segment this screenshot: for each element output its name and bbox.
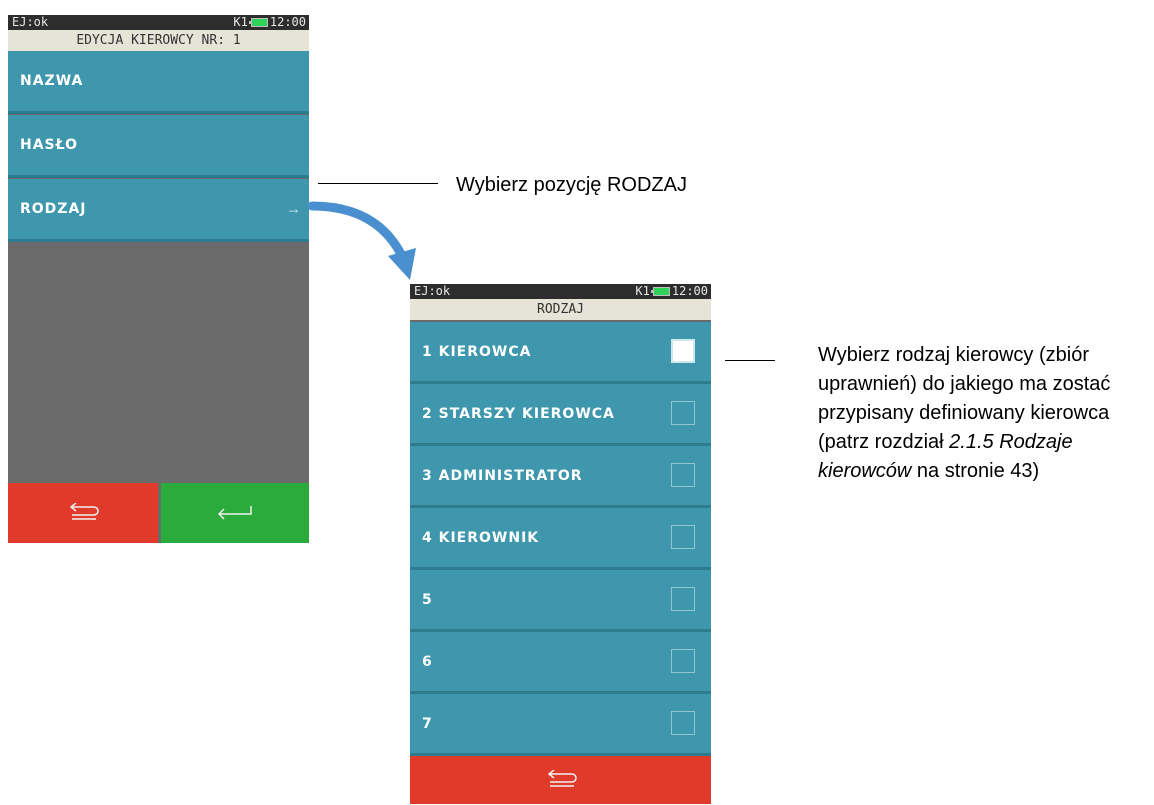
option-label: 3 ADMINISTRATOR [422,467,583,484]
battery-icon [650,287,670,296]
checkbox-checked[interactable] [671,338,695,363]
callout-select-type: Wybierz rodzaj kierowcy (zbiór uprawnień… [818,341,1154,486]
option-label: 1 KIEROWCA [422,343,532,360]
menu-item-label: RODZAJ [20,201,87,217]
option-label: 6 [422,653,433,670]
status-right: K1 12:00 [233,15,306,30]
status-right: K1 12:00 [635,284,708,299]
callout-line-text: (patrz rozdział 2.1.5 Rodzaje [818,428,1154,457]
status-bar: EJ:ok K1 12:00 [8,15,309,30]
screen-title: EDYCJA KIEROWCY NR: 1 [8,30,309,51]
checkbox[interactable] [671,400,695,425]
menu-item-label: HASŁO [20,137,79,153]
option-5[interactable]: 5 [410,570,711,632]
battery-icon [248,18,268,27]
cash-register-id: K1 [233,15,248,29]
callout-select-rodzaj: Wybierz pozycję RODZAJ [456,174,687,196]
callout-text-part: (patrz rozdział [818,431,950,453]
curved-arrow-icon [308,201,416,280]
option-label: 5 [422,591,433,608]
clock: 12:00 [269,15,306,29]
menu-item-label: NAZWA [20,73,84,89]
return-icon [69,503,99,520]
option-7[interactable]: 7 [410,694,711,756]
option-label: 2 STARSZY KIEROWCA [422,405,615,422]
menu-item-rodzaj[interactable]: RODZAJ → [8,179,309,242]
checkbox[interactable] [671,648,695,673]
callout-line-text: Wybierz rodzaj kierowcy (zbiór [818,344,1089,366]
callout-line-text: uprawnień) do jakiego ma zostać [818,373,1111,395]
menu-item-nazwa[interactable]: NAZWA [8,51,309,114]
driver-edit-screen: EJ:ok K1 12:00 EDYCJA KIEROWCY NR: 1 NAZ… [8,15,309,543]
callout-line-1 [318,183,438,184]
checkbox[interactable] [671,524,695,549]
checkbox[interactable] [671,462,695,487]
status-bar: EJ:ok K1 12:00 [410,284,711,299]
option-kierownik[interactable]: 4 KIEROWNIK [410,508,711,570]
clock: 12:00 [671,284,708,298]
cash-register-id: K1 [635,284,650,298]
callout-reference-italic: kierowców [818,460,912,482]
enter-button[interactable] [161,483,309,543]
enter-icon [217,506,252,520]
option-administrator[interactable]: 3 ADMINISTRATOR [410,446,711,508]
option-6[interactable]: 6 [410,632,711,694]
option-kierowca[interactable]: 1 KIEROWCA [410,322,711,384]
ej-status: EJ:ok [414,284,451,298]
checkbox[interactable] [671,586,695,611]
arrow-right-icon: → [286,200,301,218]
menu-item-haslo[interactable]: HASŁO [8,115,309,178]
option-label: 7 [422,715,433,732]
option-starszy-kierowca[interactable]: 2 STARSZY KIEROWCA [410,384,711,446]
checkbox[interactable] [671,710,695,735]
callout-text-part: na stronie 43) [911,460,1040,482]
callout-line-text: kierowców na stronie 43) [818,457,1154,486]
screen-title: RODZAJ [410,299,711,320]
callout-reference-italic: 2.1.5 Rodzaje [949,431,1073,453]
callout-line-2 [725,360,775,361]
return-icon [547,770,577,787]
option-label: 4 KIEROWNIK [422,529,540,546]
callout-line-text: przypisany definiowany kierowca [818,402,1110,424]
back-button[interactable] [410,756,711,804]
ej-status: EJ:ok [12,15,49,29]
driver-type-screen: EJ:ok K1 12:00 RODZAJ 1 KIEROWCA 2 STARS… [410,284,711,804]
back-button[interactable] [8,483,158,543]
